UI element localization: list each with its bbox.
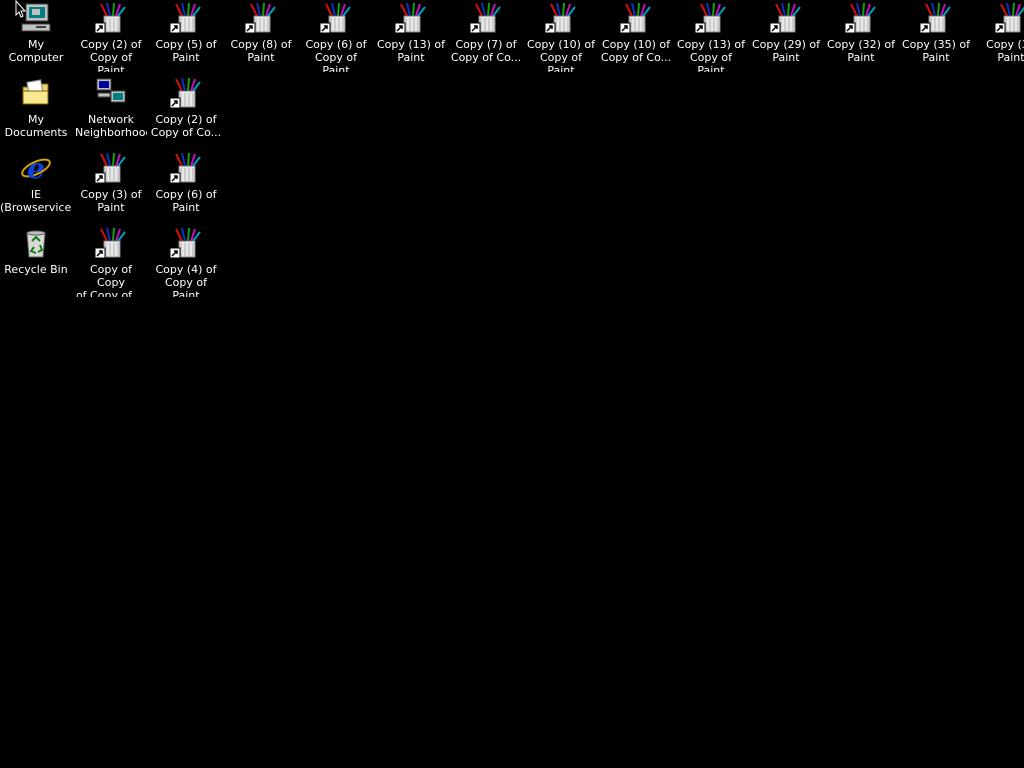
desktop-icon-label: Recycle Bin [4,263,68,276]
paint-shortcut-desktop-icon[interactable]: Copy (38 Paint [975,0,1024,72]
paint-shortcut-icon [620,2,652,34]
paint-shortcut-desktop-icon[interactable]: Copy (5) of Paint [150,0,222,72]
paint-shortcut-icon [95,2,127,34]
paint-shortcut-desktop-icon[interactable]: Copy (29) of Paint [750,0,822,72]
paint-shortcut-icon [470,2,502,34]
paint-shortcut-desktop-icon[interactable]: Copy (13) of Paint [375,0,447,72]
desktop-icon-label: Copy (29) of Paint [751,38,821,64]
paint-shortcut-desktop-icon[interactable]: Copy (3) of Paint [75,150,147,222]
paint-shortcut-desktop-icon[interactable]: Copy (10) of Copy of Co... [600,0,672,72]
desktop-icon-label: Copy of Copy of Copy of ... [75,263,147,297]
paint-shortcut-icon [695,2,727,34]
my-documents-desktop-icon[interactable]: My Documents [0,75,72,147]
paint-shortcut-desktop-icon[interactable]: Copy (8) of Paint [225,0,297,72]
desktop-icon-label: Network Neighborhood [75,113,147,139]
desktop-icon-label: Copy (5) of Paint [155,38,217,64]
paint-shortcut-icon [170,227,202,259]
paint-shortcut-icon [545,2,577,34]
recycle-bin-desktop-icon[interactable]: Recycle Bin [0,225,72,297]
desktop-icon-label: Copy (6) of Copy of Paint [305,38,367,72]
network-neighborhood-desktop-icon[interactable]: Network Neighborhood [75,75,147,147]
paint-shortcut-icon [95,152,127,184]
paint-shortcut-desktop-icon[interactable]: Copy (10) of Copy of Paint [525,0,597,72]
desktop-icon-label: Copy (2) of Copy of Paint [80,38,142,72]
desktop-icon-label: Copy (2) of Copy of Co... [150,113,222,139]
ie-browser-desktop-icon[interactable]: e IE (Browservice) [0,150,72,222]
paint-shortcut-icon [245,2,277,34]
paint-shortcut-icon [395,2,427,34]
paint-shortcut-desktop-icon[interactable]: Copy (13) of Copy of Paint [675,0,747,72]
mouse-pointer-icon [15,0,27,18]
paint-shortcut-desktop-icon[interactable]: Copy (32) of Paint [825,0,897,72]
paint-shortcut-icon [170,77,202,109]
paint-shortcut-desktop-icon[interactable]: Copy (2) of Copy of Co... [150,75,222,147]
paint-shortcut-icon [320,2,352,34]
desktop-icon-label: Copy (35) of Paint [901,38,971,64]
network-icon [95,77,127,109]
paint-shortcut-desktop-icon[interactable]: Copy (6) of Paint [150,150,222,222]
paint-shortcut-icon [845,2,877,34]
paint-shortcut-icon [920,2,952,34]
desktop-icon-label: My Computer [8,38,64,64]
desktop-icon-label: Copy (13) of Paint [376,38,446,64]
paint-shortcut-icon [995,2,1024,34]
desktop-icon-label: My Documents [4,113,68,139]
internet-explorer-icon: e [20,152,52,184]
my-computer-desktop-icon[interactable]: My Computer [0,0,72,72]
paint-shortcut-icon [170,152,202,184]
desktop-icon-label: IE (Browservice) [0,188,72,214]
paint-shortcut-desktop-icon[interactable]: Copy (35) of Paint [900,0,972,72]
desktop-icon-label: Copy (3) of Paint [80,188,142,214]
desktop-icon-label: Copy (32) of Paint [826,38,896,64]
paint-shortcut-desktop-icon[interactable]: Copy (4) of Copy of Paint [150,225,222,297]
recycle-bin-icon [20,227,52,259]
desktop-icon-label: Copy (6) of Paint [155,188,217,214]
paint-shortcut-desktop-icon[interactable]: Copy (6) of Copy of Paint [300,0,372,72]
desktop-icon-label: Copy (4) of Copy of Paint [155,263,217,297]
desktop-icon-label: Copy (13) of Copy of Paint [676,38,746,72]
desktop[interactable]: My Computer Copy (2) of Copy of Paint Co… [0,0,1024,768]
desktop-icon-label: Copy (38 Paint [986,38,1024,64]
desktop-icon-label: Copy (10) of Copy of Co... [600,38,672,64]
paint-shortcut-icon [770,2,802,34]
paint-shortcut-icon [170,2,202,34]
paint-shortcut-desktop-icon[interactable]: Copy (7) of Copy of Co... [450,0,522,72]
desktop-icon-label: Copy (7) of Copy of Co... [450,38,522,64]
folder-icon [20,77,52,109]
desktop-icon-label: Copy (10) of Copy of Paint [526,38,596,72]
desktop-icon-label: Copy (8) of Paint [230,38,292,64]
paint-shortcut-desktop-icon[interactable]: Copy (2) of Copy of Paint [75,0,147,72]
paint-shortcut-desktop-icon[interactable]: Copy of Copy of Copy of ... [75,225,147,297]
paint-shortcut-icon [95,227,127,259]
svg-text:e: e [27,152,45,184]
